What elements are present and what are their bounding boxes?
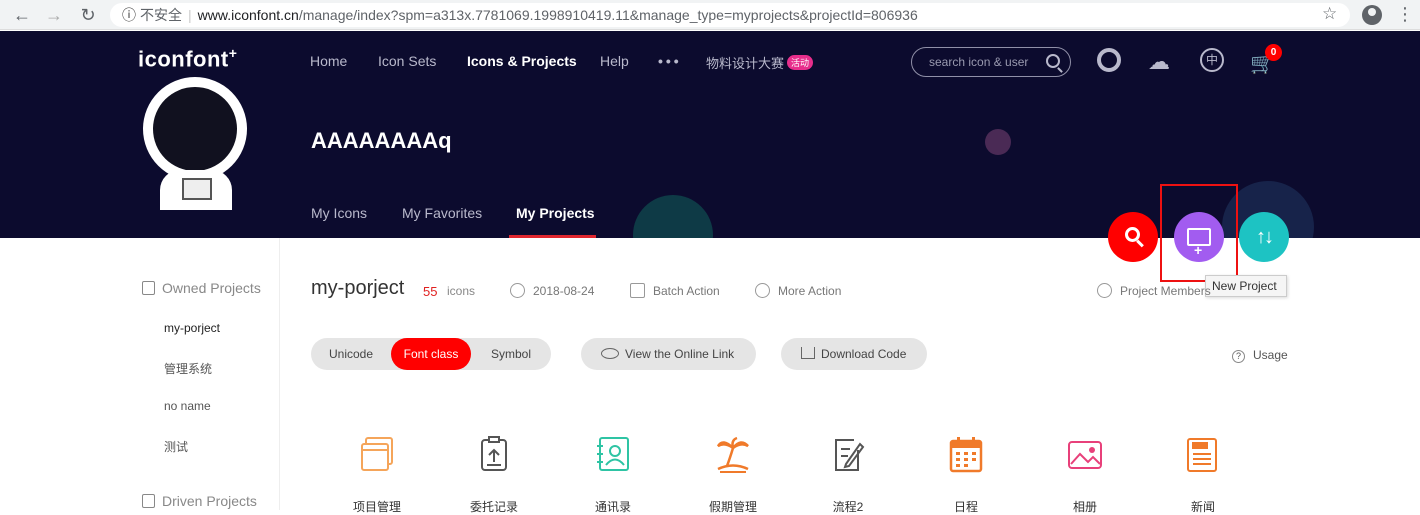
icon-label: 通讯录 [594,500,631,514]
grid-icon [630,283,645,298]
decor-circle [985,129,1011,155]
icon-label: 委托记录 [469,500,518,514]
reload-icon[interactable]: ↻ [78,5,98,25]
search-icon[interactable] [1046,54,1060,68]
upload-cloud-icon[interactable]: ☁ [1148,49,1170,75]
site-info-icon[interactable]: ⓘ [122,7,136,23]
forward-icon[interactable]: → [44,5,64,25]
stack-window-icon [361,437,393,471]
nav-help[interactable]: Help [600,53,629,69]
project-sidebar: Owned Projects my-porject 管理系统 no name 测… [0,238,280,510]
edit-document-icon [835,439,865,471]
language-icon[interactable]: 中 [1200,48,1224,72]
insecure-label: 不安全 [140,7,182,23]
site-logo[interactable]: iconfont+ [138,45,237,72]
nav-icons-projects[interactable]: Icons & Projects [467,53,577,69]
browser-menu-icon[interactable]: ⋮ [1396,5,1414,23]
eye-icon [601,348,619,359]
sidebar-item-no-name[interactable]: no name [164,399,211,413]
download-icon [801,347,815,359]
avatar-body [160,170,232,210]
project-list-icon [142,494,155,508]
nav-icon-sets[interactable]: Icon Sets [378,53,436,69]
icon-count-label: icons [447,284,476,298]
username: AAAAAAAAq [311,128,452,153]
event-badge: 活动 [787,55,814,70]
news-icon [1187,438,1217,472]
tab-my-icons[interactable]: My Icons [311,205,367,221]
project-list-icon [142,281,155,295]
highlight-box [1160,184,1238,282]
more-icon [755,283,770,298]
usage-link[interactable]: ? Usage [1232,348,1288,363]
sidebar-item-my-porject[interactable]: my-porject [164,321,220,335]
nav-event[interactable]: 物料设计大赛 活动 [706,53,814,72]
sort-button[interactable]: ↑↓ [1239,212,1289,262]
clock-icon [510,283,525,298]
cart-count-badge: 0 [1265,44,1282,61]
owned-projects-heading: Owned Projects [142,280,261,296]
project-members-button[interactable]: Project Members [1097,283,1211,298]
project-title: my-porject [311,277,405,299]
url-host: www.iconfont.cn [197,7,299,23]
active-tab-indicator [509,235,596,238]
icon-count: 55 [423,284,438,299]
tab-my-projects[interactable]: My Projects [516,205,595,221]
project-date: 2018-08-24 [510,283,594,298]
search-project-button[interactable] [1108,212,1158,262]
site-search-input[interactable]: search icon & user [911,47,1071,77]
contact-book-icon [597,437,629,471]
account-icon[interactable] [1362,5,1382,25]
bookmark-star-icon[interactable]: ☆ [1322,4,1337,24]
format-switch: Unicode Font class Symbol [311,338,551,370]
sidebar-item-test[interactable]: 测试 [164,438,188,455]
icon-label: 项目管理 [352,500,401,514]
clipboard-upload-icon [481,436,507,471]
icon-label: 相册 [1072,500,1097,514]
icon-label: 假期管理 [708,500,757,514]
calendar-icon [949,437,983,473]
browser-toolbar: ← → ↻ ⓘ 不安全 | www.iconfont.cn/manage/index?… [0,0,1420,30]
icon-label: 日程 [953,500,978,514]
back-icon[interactable]: ← [12,5,32,25]
nav-more-icon[interactable]: ••• [658,53,682,69]
palm-island-icon [716,436,749,473]
icon-label: 新闻 [1190,500,1215,514]
new-project-tooltip: New Project [1205,275,1287,297]
format-symbol[interactable]: Symbol [471,338,551,370]
photo-album-icon [1068,441,1102,469]
batch-action-button[interactable]: Batch Action [630,283,720,298]
decor-circle [633,195,713,238]
download-code-button[interactable]: Download Code [781,338,927,370]
user-icon [1097,283,1112,298]
nav-home[interactable]: Home [310,53,347,69]
sidebar-item-management-system[interactable]: 管理系统 [164,360,212,377]
address-bar[interactable]: ⓘ 不安全 | www.iconfont.cn/manage/index?spm=a3… [110,3,1350,27]
github-icon[interactable] [1097,48,1121,72]
icon-label: 流程2 [832,500,864,514]
search-icon [1125,227,1140,242]
tab-my-favorites[interactable]: My Favorites [402,205,482,221]
driven-projects-heading: Driven Projects [142,493,257,509]
format-font-class[interactable]: Font class [391,338,471,370]
help-icon: ? [1232,350,1245,363]
avatar[interactable] [143,77,247,181]
sort-icon: ↑↓ [1256,226,1274,248]
view-online-link-button[interactable]: View the Online Link [581,338,756,370]
url-path: /manage/index?spm=a313x.7781069.19989104… [298,7,918,23]
more-action-button[interactable]: More Action [755,283,841,298]
format-unicode[interactable]: Unicode [311,338,391,370]
